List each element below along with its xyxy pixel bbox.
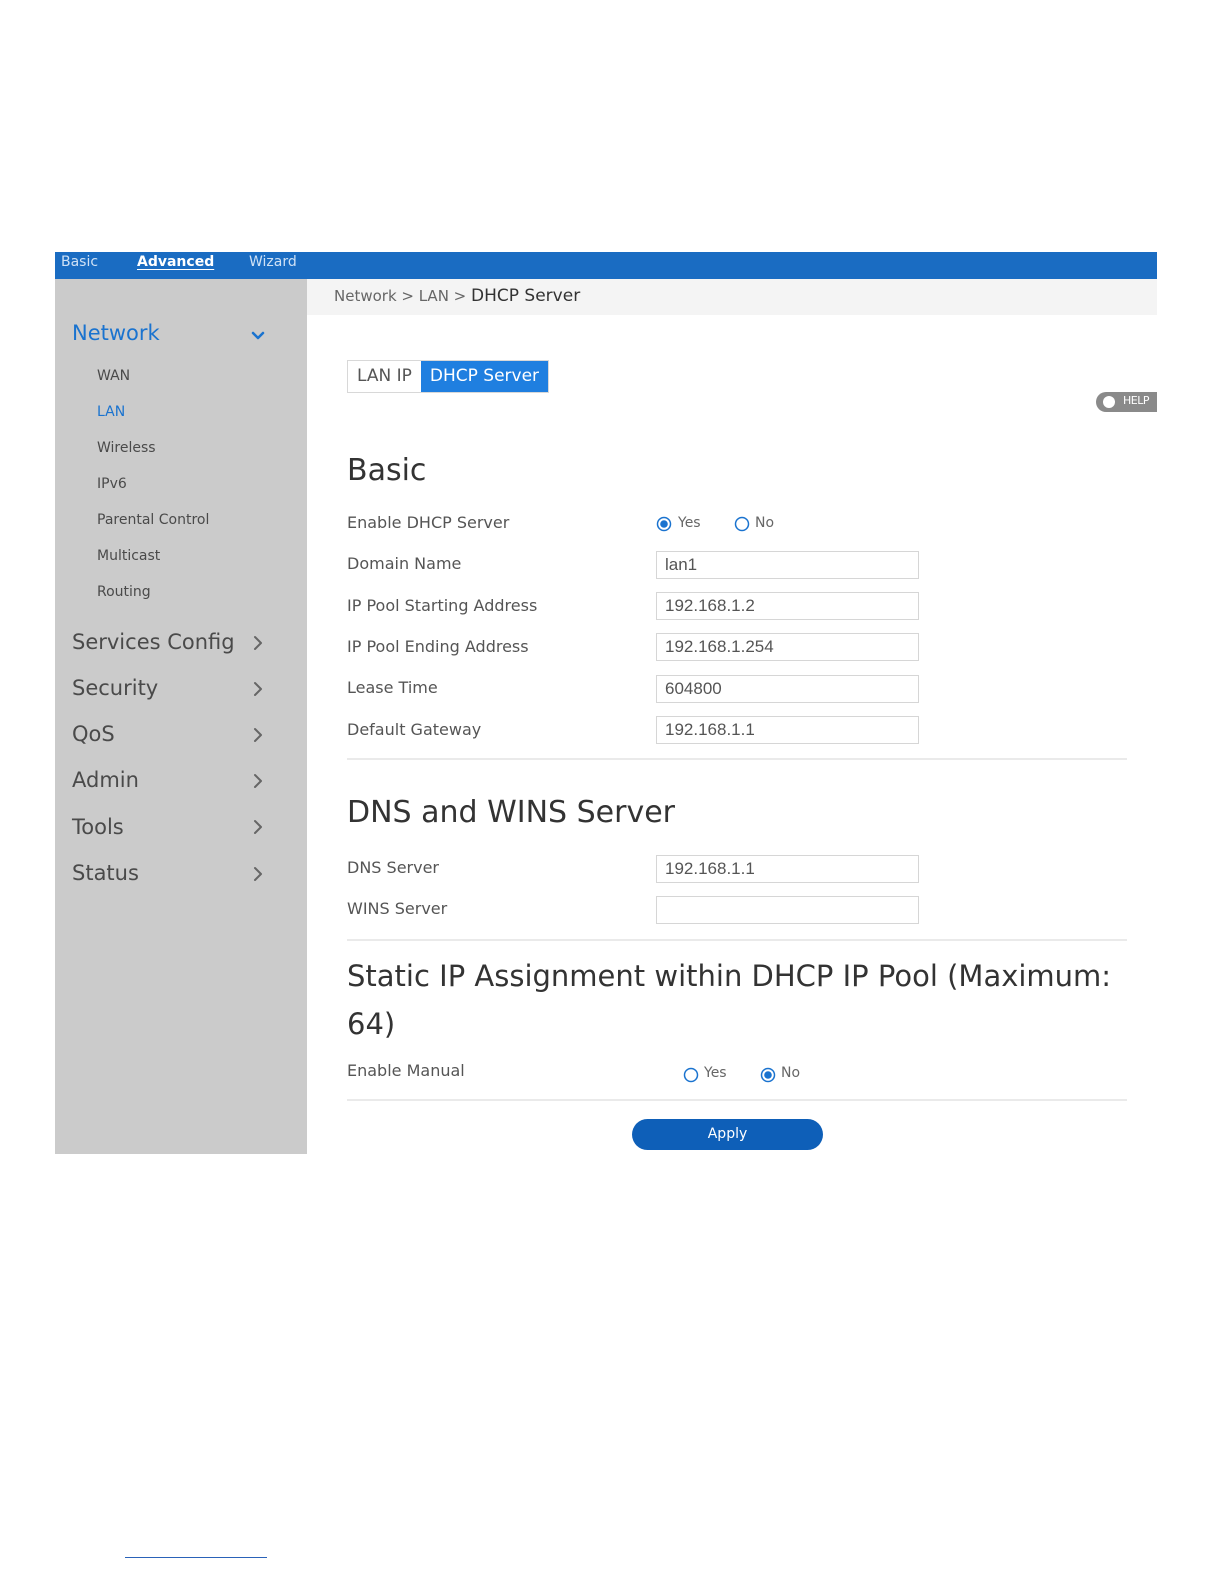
sidebar-item-lan[interactable]: LAN xyxy=(97,404,125,420)
lease-time-input[interactable]: 604800 xyxy=(656,675,919,703)
sidebar-item-ipv6[interactable]: IPv6 xyxy=(97,476,127,492)
section-divider xyxy=(347,758,1127,760)
breadcrumb-current: DHCP Server xyxy=(471,286,581,306)
enable-manual-no-radio[interactable] xyxy=(760,1067,776,1083)
section-title-basic: Basic xyxy=(347,453,427,488)
sidebar-item-tools[interactable]: Tools xyxy=(72,815,124,839)
section-divider xyxy=(347,939,1127,941)
wins-server-label: WINS Server xyxy=(347,899,448,918)
sidebar-item-routing[interactable]: Routing xyxy=(97,584,151,600)
tab-basic[interactable]: Basic xyxy=(61,252,98,273)
enable-dhcp-label: Enable DHCP Server xyxy=(347,513,510,532)
sidebar-item-services-config[interactable]: Services Config xyxy=(72,630,235,654)
chevron-right-icon[interactable] xyxy=(251,863,265,885)
dns-server-label: DNS Server xyxy=(347,858,439,877)
sidebar-item-network[interactable]: Network xyxy=(72,321,160,345)
help-icon xyxy=(1103,396,1115,408)
ip-pool-start-input[interactable]: 192.168.1.2 xyxy=(656,592,919,620)
top-nav-bar: Basic Advanced Wizard xyxy=(55,252,1157,279)
sidebar-item-status[interactable]: Status xyxy=(72,861,139,885)
sidebar-item-wireless[interactable]: Wireless xyxy=(97,440,156,456)
enable-dhcp-no-radio[interactable] xyxy=(734,516,750,532)
tab-advanced[interactable]: Advanced xyxy=(137,252,214,273)
section-title-static-ip: Static IP Assignment within DHCP IP Pool… xyxy=(347,959,1112,1041)
apply-button[interactable]: Apply xyxy=(632,1119,823,1150)
tab-wizard[interactable]: Wizard xyxy=(249,252,297,273)
chevron-right-icon[interactable] xyxy=(251,632,265,654)
breadcrumb-bar: Network > LAN > DHCP Server xyxy=(307,279,1157,315)
sidebar-item-security[interactable]: Security xyxy=(72,676,158,700)
domain-name-label: Domain Name xyxy=(347,554,462,573)
wins-server-input[interactable] xyxy=(656,896,919,924)
sidebar: Network WAN LAN Wireless IPv6 Parental C… xyxy=(55,279,307,1154)
sidebar-item-admin[interactable]: Admin xyxy=(72,768,139,792)
enable-manual-yes-radio[interactable] xyxy=(683,1067,699,1083)
chevron-right-icon[interactable] xyxy=(251,724,265,746)
page-tabs: LAN IP DHCP Server xyxy=(347,360,550,393)
enable-manual-no-label: No xyxy=(781,1065,801,1081)
tab-dhcp-server[interactable]: DHCP Server xyxy=(420,361,549,392)
enable-manual-label: Enable Manual xyxy=(347,1061,465,1080)
help-button[interactable]: HELP xyxy=(1096,392,1157,412)
enable-dhcp-no-label: No xyxy=(755,515,775,531)
default-gateway-label: Default Gateway xyxy=(347,720,482,739)
enable-dhcp-yes-radio[interactable] xyxy=(656,516,672,532)
chevron-right-icon[interactable] xyxy=(251,770,265,792)
help-label: HELP xyxy=(1123,394,1149,407)
ip-pool-end-input[interactable]: 192.168.1.254 xyxy=(656,633,919,661)
sidebar-item-parental-control[interactable]: Parental Control xyxy=(97,512,209,528)
sidebar-item-wan[interactable]: WAN xyxy=(97,368,130,384)
section-title-dns-wins: DNS and WINS Server xyxy=(347,795,676,830)
enable-dhcp-yes-label: Yes xyxy=(678,515,701,531)
dns-server-input[interactable]: 192.168.1.1 xyxy=(656,855,919,883)
ip-pool-end-label: IP Pool Ending Address xyxy=(347,637,529,656)
chevron-down-icon[interactable] xyxy=(251,325,265,347)
chevron-right-icon[interactable] xyxy=(251,678,265,700)
default-gateway-input[interactable]: 192.168.1.1 xyxy=(656,716,919,744)
chevron-right-icon[interactable] xyxy=(251,816,265,838)
footnote-rule xyxy=(125,1557,267,1558)
sidebar-item-multicast[interactable]: Multicast xyxy=(97,548,160,564)
tab-lan-ip[interactable]: LAN IP xyxy=(348,361,421,392)
ip-pool-start-label: IP Pool Starting Address xyxy=(347,596,538,615)
enable-manual-yes-label: Yes xyxy=(704,1065,727,1081)
lease-time-label: Lease Time xyxy=(347,678,438,697)
breadcrumb: Network > LAN > DHCP Server xyxy=(334,286,580,306)
section-divider xyxy=(347,1099,1127,1101)
domain-name-input[interactable]: lan1 xyxy=(656,551,919,579)
breadcrumb-path[interactable]: Network > LAN > xyxy=(334,287,471,305)
sidebar-item-qos[interactable]: QoS xyxy=(72,722,115,746)
